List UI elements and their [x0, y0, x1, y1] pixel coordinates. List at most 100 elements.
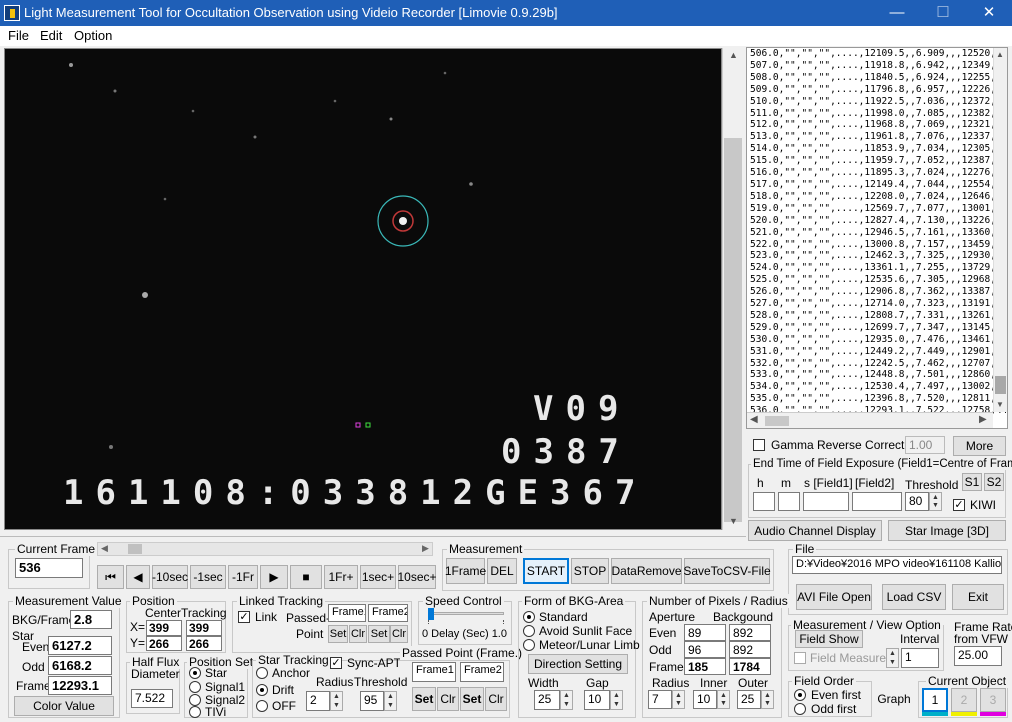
aperture-radius-spinner[interactable]: ▲ ▼ — [672, 690, 685, 709]
data-remove-button[interactable]: DataRemove — [611, 558, 682, 584]
object-2-button[interactable]: 2 — [951, 688, 977, 712]
bkg-avoid-radio[interactable] — [523, 625, 535, 637]
off-radio[interactable] — [256, 700, 268, 712]
plus-1frame-button[interactable]: 1Fr+ — [324, 565, 358, 589]
linked-clr1-button[interactable]: Clr — [349, 625, 367, 643]
linked-clr2-button[interactable]: Clr — [390, 625, 408, 643]
log-hscrollbar[interactable]: ◀ ▶ — [747, 412, 993, 428]
plus-1sec-button[interactable]: 1sec+ — [360, 565, 396, 589]
linked-frame2-input[interactable]: Frame2 — [368, 604, 408, 622]
odd-first-radio[interactable] — [794, 703, 806, 715]
one-frame-button[interactable]: 1Frame — [445, 558, 486, 584]
minus-1frame-button[interactable]: -1Fr — [228, 565, 258, 589]
log-vscrollbar[interactable]: ▲ ▼ — [993, 48, 1007, 412]
posset-star-radio[interactable] — [189, 667, 201, 679]
scroll-right-icon[interactable]: ▶ — [979, 414, 987, 425]
second-field1-input[interactable] — [803, 492, 849, 511]
play-button[interactable]: ▶ — [260, 565, 288, 589]
posset-tivi-radio[interactable] — [189, 706, 201, 718]
s2-button[interactable]: S2 — [984, 473, 1004, 491]
object-3-button[interactable]: 3 — [980, 688, 1006, 712]
gamma-checkbox[interactable] — [753, 439, 765, 451]
tracking-threshold-input[interactable]: 95 — [360, 691, 384, 711]
passed-frame2-input[interactable]: Frame2 — [460, 662, 504, 682]
menu-option[interactable]: Option — [74, 28, 112, 43]
step-back-button[interactable]: ◀ — [126, 565, 150, 589]
anchor-radio[interactable] — [256, 667, 268, 679]
gamma-value[interactable]: 1.00 — [905, 436, 945, 454]
threshold-input[interactable]: 80 — [905, 492, 929, 511]
bkg-standard-radio[interactable] — [523, 611, 535, 623]
menu-file[interactable]: File — [8, 28, 29, 43]
stop-button[interactable]: STOP — [571, 558, 609, 584]
sync-apt-checkbox[interactable]: ✓ — [330, 657, 342, 669]
slider-thumb[interactable] — [128, 544, 142, 554]
maximize-button[interactable]: ☐ — [920, 0, 966, 26]
passed-frame1-input[interactable]: Frame1 — [412, 662, 456, 682]
hour-input[interactable] — [753, 492, 775, 511]
bkg-width-input[interactable]: 25 — [534, 690, 560, 710]
speed-slider-thumb[interactable] — [428, 608, 434, 620]
posset-signal1-radio[interactable] — [189, 681, 201, 693]
first-frame-button[interactable]: ⏮ — [97, 565, 124, 589]
minimize-button[interactable]: — — [874, 0, 920, 26]
field2-input[interactable] — [852, 492, 902, 511]
scroll-up-icon[interactable]: ▲ — [729, 50, 738, 60]
delete-button[interactable]: DEL — [487, 558, 517, 584]
passed-clr1-button[interactable]: Clr — [437, 687, 459, 711]
avi-open-button[interactable]: AVI File Open — [796, 584, 872, 610]
minus-1sec-button[interactable]: -1sec — [190, 565, 226, 589]
passed-clr2-button[interactable]: Clr — [485, 687, 507, 711]
scroll-down-icon[interactable]: ▼ — [996, 400, 1004, 409]
start-button[interactable]: START — [523, 558, 569, 584]
outer-radius-spinner[interactable]: ▲ ▼ — [761, 690, 774, 709]
more-button[interactable]: More — [953, 436, 1006, 456]
scroll-thumb[interactable] — [995, 376, 1006, 394]
speed-slider[interactable] — [428, 612, 504, 615]
minute-input[interactable] — [778, 492, 800, 511]
interval-spinner[interactable]: ▲ ▼ — [886, 648, 899, 668]
video-scrollbar[interactable]: ▲ ▼ — [722, 48, 744, 530]
slider-right-icon[interactable]: ▶ — [422, 543, 429, 554]
inner-radius-spinner[interactable]: ▲ ▼ — [717, 690, 730, 709]
audio-channel-button[interactable]: Audio Channel Display — [748, 520, 882, 541]
tracking-radius-spinner[interactable]: ▲ ▼ — [330, 691, 343, 711]
slider-left-icon[interactable]: ◀ — [101, 543, 108, 554]
threshold-spinner[interactable]: ▲ ▼ — [929, 492, 942, 511]
save-csv-button[interactable]: SaveToCSV-File — [683, 558, 771, 584]
bkg-meteor-radio[interactable] — [523, 639, 535, 651]
link-checkbox[interactable]: ✓ — [238, 611, 250, 623]
frame-slider[interactable]: ◀ ▶ — [97, 542, 433, 556]
video-display[interactable]: V09 0387 161108:033812GE367 — [4, 48, 722, 530]
stop-playback-button[interactable]: ■ — [290, 565, 322, 589]
outer-radius-input[interactable]: 25 — [737, 690, 761, 709]
aperture-radius-input[interactable]: 7 — [648, 690, 672, 709]
menu-edit[interactable]: Edit — [40, 28, 62, 43]
tracking-radius-input[interactable]: 2 — [306, 691, 330, 711]
bkg-gap-spinner[interactable]: ▲ ▼ — [610, 690, 623, 710]
scroll-up-icon[interactable]: ▲ — [996, 50, 1004, 59]
color-value-button[interactable]: Color Value — [14, 696, 114, 716]
linked-set1-button[interactable]: Set — [328, 625, 348, 643]
load-csv-button[interactable]: Load CSV — [882, 584, 946, 610]
close-button[interactable]: ✕ — [966, 0, 1012, 26]
field-measure-checkbox[interactable] — [794, 652, 806, 664]
field-show-button[interactable]: Field Show — [795, 630, 863, 648]
bkg-gap-input[interactable]: 10 — [584, 690, 610, 710]
passed-set1-button[interactable]: Set — [412, 687, 436, 711]
measurement-log[interactable]: 506.0,"","","",....,12109.5,,6.909,,,125… — [746, 47, 1008, 429]
scroll-down-icon[interactable]: ▼ — [729, 516, 738, 526]
frame-rate-input[interactable]: 25.00 — [954, 646, 1002, 666]
object-1-button[interactable]: 1 — [922, 688, 948, 712]
plus-10sec-button[interactable]: 10sec+ — [397, 565, 437, 589]
scroll-left-icon[interactable]: ◀ — [750, 414, 758, 425]
file-path-input[interactable]: D:¥Video¥2016 MPO video¥161108 Kalliope — [792, 556, 1002, 574]
posset-signal2-radio[interactable] — [189, 694, 201, 706]
tracking-threshold-spinner[interactable]: ▲ ▼ — [384, 691, 397, 711]
bkg-width-spinner[interactable]: ▲ ▼ — [560, 690, 573, 710]
scroll-thumb[interactable] — [724, 138, 742, 522]
current-frame-input[interactable]: 536 — [15, 558, 83, 578]
s1-button[interactable]: S1 — [962, 473, 982, 491]
kiwi-checkbox[interactable]: ✓ — [953, 499, 965, 511]
interval-input[interactable]: 1 — [901, 648, 939, 668]
